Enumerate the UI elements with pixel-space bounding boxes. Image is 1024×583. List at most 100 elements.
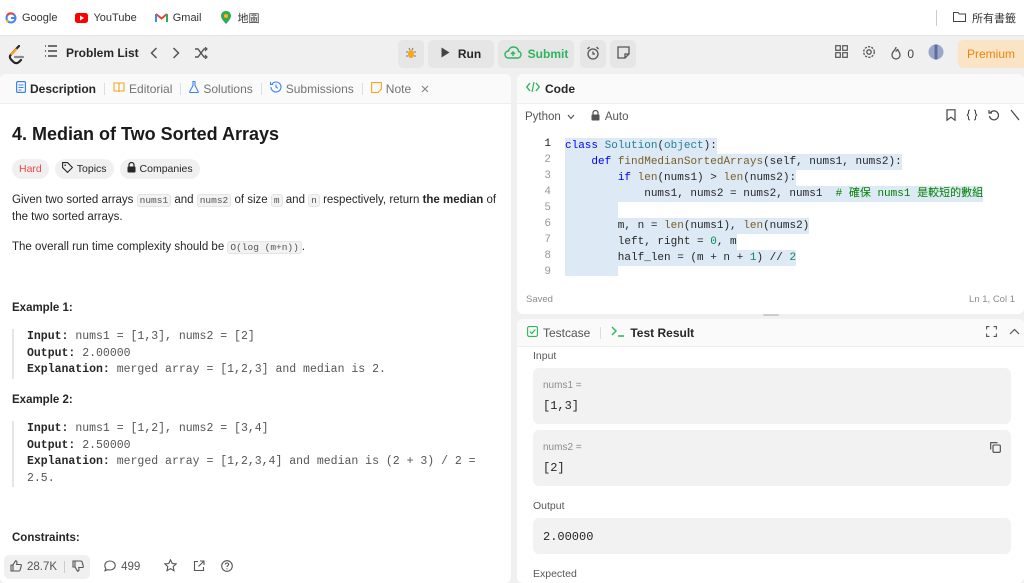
text: respectively, return bbox=[319, 194, 423, 206]
bookmark-maps[interactable]: 地圖 bbox=[219, 10, 259, 26]
example-input: nums1 = [1,2], nums2 = [3,4] bbox=[68, 422, 269, 435]
thumbs-down-icon[interactable] bbox=[72, 559, 84, 575]
run-button[interactable]: Run bbox=[428, 40, 494, 68]
premium-button[interactable]: Premium bbox=[958, 40, 1024, 68]
prev-problem-icon[interactable] bbox=[150, 46, 158, 62]
thumbs-up-icon[interactable] bbox=[10, 559, 22, 575]
list-icon bbox=[44, 45, 58, 60]
variable-value: [2] bbox=[543, 461, 565, 475]
code-line-1: class Solution(object): bbox=[565, 138, 717, 154]
auto-mode-toggle[interactable]: Auto bbox=[591, 109, 628, 124]
example-2-heading: Example 2: bbox=[12, 394, 73, 406]
example-2-block: Input: nums1 = [1,2], nums2 = [3,4] Outp… bbox=[12, 421, 498, 487]
tab-label: Test Result bbox=[630, 325, 695, 340]
difficulty-label: Hard bbox=[19, 163, 42, 175]
topics-button[interactable]: Topics bbox=[54, 159, 114, 179]
bookmark-icon[interactable] bbox=[946, 109, 956, 124]
copy-icon[interactable] bbox=[990, 440, 1001, 458]
problem-title: 4. Median of Two Sorted Arrays bbox=[12, 124, 280, 144]
language-select[interactable]: Python bbox=[525, 111, 575, 123]
layout-grid-icon[interactable] bbox=[835, 45, 849, 63]
help-icon[interactable] bbox=[221, 559, 234, 575]
companies-button[interactable]: Companies bbox=[119, 159, 200, 179]
debug-button[interactable] bbox=[398, 40, 424, 68]
premium-label: Premium bbox=[966, 47, 1015, 61]
streak-counter[interactable]: 0 bbox=[890, 46, 914, 63]
editor-status-bar: Saved Ln 1, Col 1 bbox=[517, 284, 1024, 314]
reset-icon[interactable] bbox=[988, 109, 1000, 124]
like-dislike-group: 28.7K bbox=[4, 555, 91, 579]
bookmark-google[interactable]: Google bbox=[4, 11, 57, 24]
star-icon[interactable] bbox=[163, 558, 178, 575]
tab-label: Description bbox=[30, 81, 97, 96]
share-icon[interactable] bbox=[193, 559, 205, 575]
code-panel-header: Code bbox=[517, 74, 1024, 104]
test-panel-header: Testcase Test Result bbox=[517, 319, 1024, 347]
problem-list-button[interactable]: Problem List bbox=[44, 45, 139, 60]
inline-code: nums1 bbox=[136, 194, 172, 207]
companies-label: Companies bbox=[139, 163, 193, 175]
lock-icon bbox=[591, 109, 600, 124]
bookmark-label: Google bbox=[22, 11, 58, 24]
maximize-icon[interactable] bbox=[986, 326, 997, 340]
bookmarks-divider bbox=[936, 10, 937, 26]
format-braces-icon[interactable] bbox=[966, 109, 978, 124]
leetcode-logo-icon[interactable] bbox=[8, 44, 26, 70]
submit-button[interactable]: Submit bbox=[498, 40, 574, 68]
constraints-heading: Constraints: bbox=[12, 532, 80, 544]
line-number: 2 bbox=[544, 154, 551, 166]
description-icon bbox=[16, 81, 27, 96]
line-number: 3 bbox=[544, 170, 551, 182]
tab-note[interactable]: Note bbox=[363, 74, 437, 104]
input-section-label: Input bbox=[533, 350, 557, 362]
all-bookmarks-link[interactable]: 所有書籤 bbox=[972, 10, 1016, 26]
bookmark-youtube[interactable]: YouTube bbox=[75, 11, 137, 24]
run-label: Run bbox=[457, 47, 482, 61]
tab-submissions[interactable]: Submissions bbox=[262, 74, 362, 104]
tab-solutions[interactable]: Solutions bbox=[181, 74, 260, 104]
gmail-icon bbox=[154, 11, 168, 24]
avatar[interactable] bbox=[928, 44, 944, 65]
top-nav: Problem List Run Submit 0 Premium bbox=[0, 36, 1024, 74]
editorial-icon bbox=[113, 81, 125, 96]
tab-editorial[interactable]: Editorial bbox=[105, 74, 180, 104]
shuffle-icon[interactable] bbox=[194, 46, 208, 62]
flask-icon bbox=[189, 80, 200, 96]
comments-button[interactable]: 499 bbox=[104, 559, 140, 575]
output-box: 2.00000 bbox=[533, 518, 1011, 554]
settings-gear-icon[interactable] bbox=[862, 45, 876, 64]
input-label: Input: bbox=[27, 422, 69, 435]
google-icon bbox=[4, 11, 17, 24]
expand-icon[interactable] bbox=[1010, 109, 1020, 124]
code-editor[interactable]: 1 2 3 4 5 6 7 8 9 class Solution(object)… bbox=[517, 136, 1024, 276]
text: and bbox=[282, 194, 309, 206]
chevron-up-icon[interactable] bbox=[1009, 326, 1020, 340]
timer-button[interactable] bbox=[580, 40, 606, 68]
tab-description[interactable]: Description bbox=[8, 74, 104, 104]
code-line-5 bbox=[565, 202, 618, 218]
testcase-input-2: nums2 = [2] bbox=[533, 430, 1011, 486]
next-problem-icon[interactable] bbox=[172, 46, 180, 62]
output-label: Output: bbox=[27, 438, 76, 452]
like-divider bbox=[64, 561, 66, 573]
tab-testcase[interactable]: Testcase bbox=[527, 326, 590, 340]
bookmark-gmail[interactable]: Gmail bbox=[154, 11, 201, 24]
panel-resize-handle[interactable] bbox=[763, 314, 779, 316]
example-1-heading: Example 1: bbox=[12, 302, 73, 314]
close-icon[interactable] bbox=[421, 82, 429, 96]
expected-section-label: Expected bbox=[533, 568, 577, 580]
tab-label: Note bbox=[385, 81, 412, 96]
output-value: 2.00000 bbox=[543, 530, 594, 544]
tab-test-result[interactable]: Test Result bbox=[611, 326, 694, 340]
notes-button[interactable] bbox=[610, 40, 636, 68]
submit-label: Submit bbox=[527, 47, 569, 61]
code-line-9 bbox=[565, 266, 618, 276]
description-paragraph: Given two sorted arrays nums1 and nums2 … bbox=[12, 192, 500, 226]
example-explanation: merged array = [1,2,3] and median is 2. bbox=[109, 363, 386, 376]
code-line-7: left, right = 0, m bbox=[565, 234, 737, 250]
line-number: 4 bbox=[544, 186, 551, 198]
comment-icon bbox=[104, 559, 116, 575]
tab-divider bbox=[600, 326, 602, 339]
folder-icon bbox=[953, 11, 966, 25]
tag-icon bbox=[61, 162, 73, 176]
